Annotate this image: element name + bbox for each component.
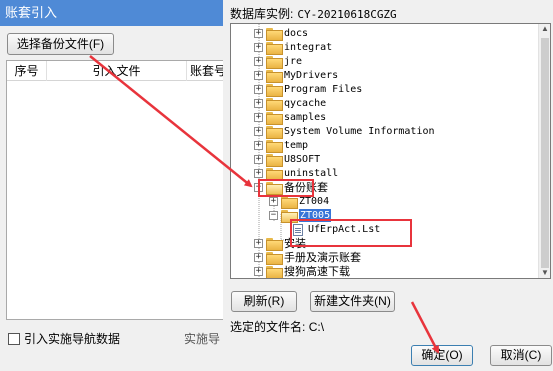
- cancel-button[interactable]: 取消(C): [490, 345, 552, 366]
- tree-item-label: 搜狗高速下载: [284, 265, 350, 278]
- folder-open-icon: [266, 182, 283, 195]
- scroll-down-arrow-icon[interactable]: ▼: [540, 268, 550, 278]
- tree-folder-item[interactable]: + System Volume Information: [254, 125, 435, 139]
- expand-icon[interactable]: +: [254, 169, 263, 178]
- folder-icon: [266, 168, 283, 181]
- tree-item-label: jre: [284, 56, 303, 67]
- tree-item-label: MyDrivers: [284, 70, 339, 81]
- tree-item-label: ZT005: [299, 209, 332, 222]
- list-header: 序号 引入文件 账套号: [7, 61, 223, 81]
- folder-icon: [266, 98, 283, 111]
- column-header-import-file[interactable]: 引入文件: [47, 61, 187, 81]
- import-nav-data-checkbox-row[interactable]: 引入实施导航数据: [8, 330, 120, 347]
- expand-icon[interactable]: +: [254, 141, 263, 150]
- folder-icon: [266, 238, 283, 251]
- tree-folder-item[interactable]: + samples: [254, 111, 327, 125]
- expand-icon[interactable]: +: [254, 29, 263, 38]
- folder-tree[interactable]: + docs + integrat + jre + MyDrivers + Program Fil…: [230, 23, 551, 279]
- tree-item-label: integrat: [284, 42, 333, 53]
- expand-icon[interactable]: +: [254, 155, 263, 164]
- expand-icon[interactable]: +: [254, 85, 263, 94]
- tree-item-label: docs: [284, 28, 309, 39]
- tree-item-label: UfErpAct.Lst: [308, 224, 381, 235]
- folder-icon: [281, 196, 298, 209]
- column-header-index[interactable]: 序号: [7, 61, 47, 81]
- expand-icon[interactable]: +: [254, 43, 263, 52]
- db-instance-value: CY-20210618CGZG: [297, 8, 397, 21]
- tree-item-label: ZT004: [299, 196, 330, 207]
- tree-folder-item[interactable]: + temp: [254, 139, 309, 153]
- folder-icon: [266, 154, 283, 167]
- tree-item-label: temp: [284, 140, 309, 151]
- folder-icon: [266, 266, 283, 278]
- folder-icon: [266, 140, 283, 153]
- expand-icon[interactable]: +: [254, 267, 263, 276]
- expand-icon[interactable]: +: [254, 71, 263, 80]
- select-backup-file-button[interactable]: 选择备份文件(F): [7, 33, 114, 55]
- tree-folder-item[interactable]: + 手册及演示账套: [254, 251, 361, 265]
- tree-folder-item[interactable]: + integrat: [254, 41, 333, 55]
- tree-folder-item[interactable]: + uninstall: [254, 167, 339, 181]
- tree-folder-item[interactable]: + MyDrivers: [254, 69, 339, 83]
- scroll-up-arrow-icon[interactable]: ▲: [540, 24, 550, 34]
- tree-folder-item[interactable]: + docs: [254, 27, 309, 41]
- db-instance-label: 数据库实例:: [230, 7, 294, 21]
- refresh-button[interactable]: 刷新(R): [231, 291, 297, 312]
- column-header-account-no[interactable]: 账套号: [187, 61, 223, 81]
- tree-item-label: U8SOFT: [284, 154, 321, 165]
- folder-browse-dialog: 数据库实例: CY-20210618CGZG + docs + integrat + jre…: [223, 0, 553, 371]
- implementation-label: 实施导: [184, 332, 221, 346]
- tree-item-label: qycache: [284, 98, 327, 109]
- expand-icon[interactable]: +: [254, 239, 263, 248]
- expand-icon[interactable]: +: [254, 113, 263, 122]
- collapse-icon[interactable]: −: [254, 183, 263, 192]
- tree-folder-item[interactable]: + U8SOFT: [254, 153, 321, 167]
- tree-item-label: samples: [284, 112, 327, 123]
- window-title: 账套引入: [0, 0, 224, 26]
- tree-folder-item[interactable]: − 备份账套: [254, 181, 328, 195]
- tree-file-item[interactable]: UfErpAct.Lst: [293, 223, 380, 236]
- tree-folder-item[interactable]: + 搜狗高速下载: [254, 265, 350, 278]
- tree-folder-item[interactable]: − ZT005: [269, 209, 332, 223]
- folder-icon: [266, 70, 283, 83]
- tree-scrollbar[interactable]: ▲ ▼: [538, 24, 550, 278]
- tree-item-label: uninstall: [284, 168, 339, 179]
- expand-icon[interactable]: +: [269, 197, 278, 206]
- expand-icon[interactable]: +: [254, 57, 263, 66]
- selected-file-value: C:\: [308, 320, 325, 334]
- tree-folder-item[interactable]: + jre: [254, 55, 303, 69]
- tree-folder-item[interactable]: + 安装: [254, 237, 306, 251]
- expand-icon[interactable]: +: [254, 127, 263, 136]
- file-icon: [293, 223, 303, 236]
- tree-item-label: 备份账套: [284, 181, 328, 194]
- folder-icon: [266, 252, 283, 265]
- ok-button[interactable]: 确定(O): [411, 345, 473, 366]
- folder-icon: [266, 126, 283, 139]
- tree-item-label: 安装: [284, 237, 306, 250]
- folder-icon: [266, 28, 283, 41]
- tree-folder-item[interactable]: + Program Files: [254, 83, 363, 97]
- folder-icon: [266, 84, 283, 97]
- folder-icon: [266, 56, 283, 69]
- import-file-list[interactable]: 序号 引入文件 账套号: [6, 60, 224, 320]
- import-account-window: 账套引入 选择备份文件(F) 序号 引入文件 账套号 引入实施导航数据 实施导: [0, 0, 224, 371]
- db-instance-row: 数据库实例: CY-20210618CGZG: [230, 5, 397, 22]
- folder-icon: [266, 42, 283, 55]
- tree-item-label: Program Files: [284, 84, 363, 95]
- selected-file-row: 选定的文件名: C:\: [230, 318, 324, 335]
- expand-icon[interactable]: +: [254, 99, 263, 108]
- tree-folder-item[interactable]: + ZT004: [269, 195, 330, 209]
- import-nav-data-label: 引入实施导航数据: [24, 332, 121, 346]
- tree-item-label: System Volume Information: [284, 126, 435, 137]
- tree-folder-item[interactable]: + qycache: [254, 97, 327, 111]
- import-nav-data-checkbox[interactable]: [8, 332, 20, 345]
- expand-icon[interactable]: +: [254, 253, 263, 262]
- tree-item-label: 手册及演示账套: [284, 251, 361, 264]
- collapse-icon[interactable]: −: [269, 211, 278, 220]
- new-folder-button[interactable]: 新建文件夹(N): [310, 291, 395, 312]
- selected-file-label: 选定的文件名:: [230, 320, 306, 334]
- folder-open-icon: [281, 210, 298, 223]
- scroll-thumb[interactable]: [541, 38, 549, 268]
- folder-icon: [266, 112, 283, 125]
